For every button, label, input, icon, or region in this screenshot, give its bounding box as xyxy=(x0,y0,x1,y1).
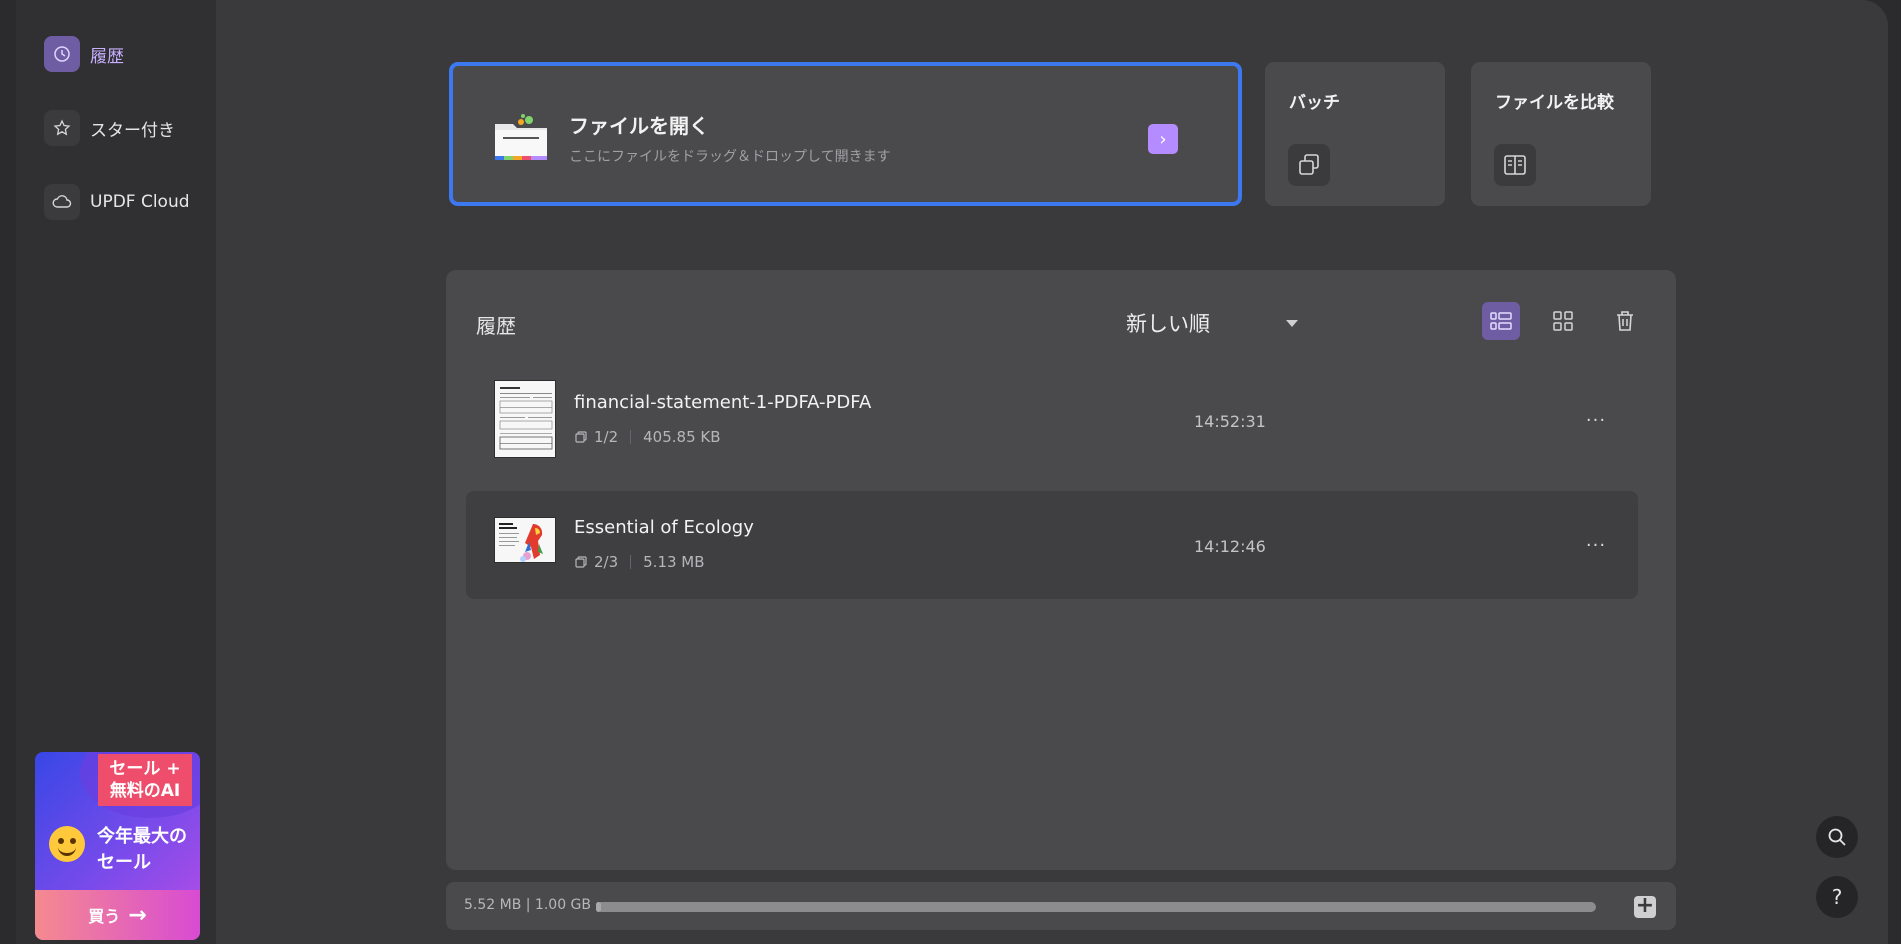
buy-button-label: 買う xyxy=(88,907,121,926)
storage-bar: 5.52 MB | 1.00 GB + xyxy=(446,882,1676,930)
help-button[interactable]: ? xyxy=(1816,876,1858,918)
table-row[interactable]: financial-statement-1-PDFA-PDFA 1/2 405.… xyxy=(466,366,1638,474)
pages-icon xyxy=(575,431,587,443)
search-button[interactable] xyxy=(1816,816,1858,858)
help-icon: ? xyxy=(1831,885,1843,909)
file-name: Essential of Ecology xyxy=(574,517,754,538)
open-file-subtitle: ここにファイルをドラッグ＆ドロップして開きます xyxy=(569,149,891,165)
sidebar-item-label: スター付き xyxy=(90,120,175,141)
sidebar-item-label: 履歴 xyxy=(90,46,124,67)
pages-icon xyxy=(575,556,587,568)
emoji-face-icon xyxy=(49,826,85,862)
caret-down-icon xyxy=(1286,320,1298,327)
list-view-icon xyxy=(1490,312,1512,330)
page-count: 1/2 xyxy=(594,428,619,446)
file-time: 14:12:46 xyxy=(1194,537,1266,556)
sidebar-item-starred[interactable]: スター付き xyxy=(44,110,175,146)
sort-label: 新しい順 xyxy=(1126,312,1210,336)
grid-view-icon xyxy=(1553,311,1573,331)
file-thumbnail xyxy=(494,517,556,563)
file-size: 405.85 KB xyxy=(643,428,721,446)
more-options-icon[interactable]: ··· xyxy=(1581,535,1611,556)
star-icon xyxy=(44,110,80,146)
search-icon xyxy=(1828,828,1846,846)
file-meta: 1/2 405.85 KB xyxy=(574,428,721,446)
arrow-right-icon: → xyxy=(128,902,147,928)
delete-button[interactable] xyxy=(1606,302,1644,340)
app-window: 履歴 スター付き UPDF Cloud セール + 無料のAI 今年最大のセール… xyxy=(16,0,1888,944)
sidebar-item-label: UPDF Cloud xyxy=(90,192,190,212)
history-panel: 履歴 新しい順 financial-statement-1-PDFA-PDFA … xyxy=(446,270,1676,870)
sidebar: 履歴 スター付き UPDF Cloud セール + 無料のAI 今年最大のセール… xyxy=(16,0,216,944)
sort-dropdown[interactable]: 新しい順 xyxy=(1126,306,1306,340)
history-title: 履歴 xyxy=(476,314,516,338)
compare-title: ファイルを比較 xyxy=(1495,93,1614,113)
meta-divider xyxy=(630,430,632,444)
cloud-icon xyxy=(44,184,80,220)
add-storage-button[interactable]: + xyxy=(1634,895,1656,918)
meta-divider xyxy=(630,555,632,569)
table-row[interactable]: Essential of Ecology 2/3 5.13 MB 14:12:4… xyxy=(466,491,1638,599)
grid-view-button[interactable] xyxy=(1544,302,1582,340)
storage-progress-track xyxy=(596,902,1596,912)
batch-icon xyxy=(1288,144,1330,186)
file-name: financial-statement-1-PDFA-PDFA xyxy=(574,392,872,413)
sidebar-item-cloud[interactable]: UPDF Cloud xyxy=(44,184,190,220)
page-count: 2/3 xyxy=(594,553,619,571)
sale-promo-banner[interactable]: セール + 無料のAI 今年最大のセール 買う → xyxy=(35,752,200,940)
clock-icon xyxy=(44,36,80,72)
sidebar-item-history[interactable]: 履歴 xyxy=(44,36,124,72)
batch-title: バッチ xyxy=(1289,93,1340,113)
promo-title: 今年最大のセール xyxy=(97,826,187,873)
file-meta: 2/3 5.13 MB xyxy=(574,553,705,571)
folder-icon xyxy=(495,114,547,160)
open-file-card[interactable]: ファイルを開く ここにファイルをドラッグ＆ドロップして開きます › xyxy=(449,62,1242,206)
trash-icon xyxy=(1617,311,1633,331)
open-file-title: ファイルを開く xyxy=(569,114,709,138)
batch-card[interactable]: バッチ xyxy=(1265,62,1445,206)
more-options-icon[interactable]: ··· xyxy=(1581,410,1611,431)
list-view-button[interactable] xyxy=(1482,302,1520,340)
storage-usage-text: 5.52 MB | 1.00 GB xyxy=(464,897,591,913)
storage-progress-fill xyxy=(596,902,602,912)
file-size: 5.13 MB xyxy=(643,553,705,571)
promo-tag: セール + 無料のAI xyxy=(98,754,192,806)
chevron-right-icon[interactable]: › xyxy=(1148,124,1178,154)
compare-files-card[interactable]: ファイルを比較 xyxy=(1471,62,1651,206)
compare-icon xyxy=(1494,144,1536,186)
file-time: 14:52:31 xyxy=(1194,412,1266,431)
buy-button[interactable]: 買う → xyxy=(35,890,200,940)
file-thumbnail xyxy=(494,380,556,458)
